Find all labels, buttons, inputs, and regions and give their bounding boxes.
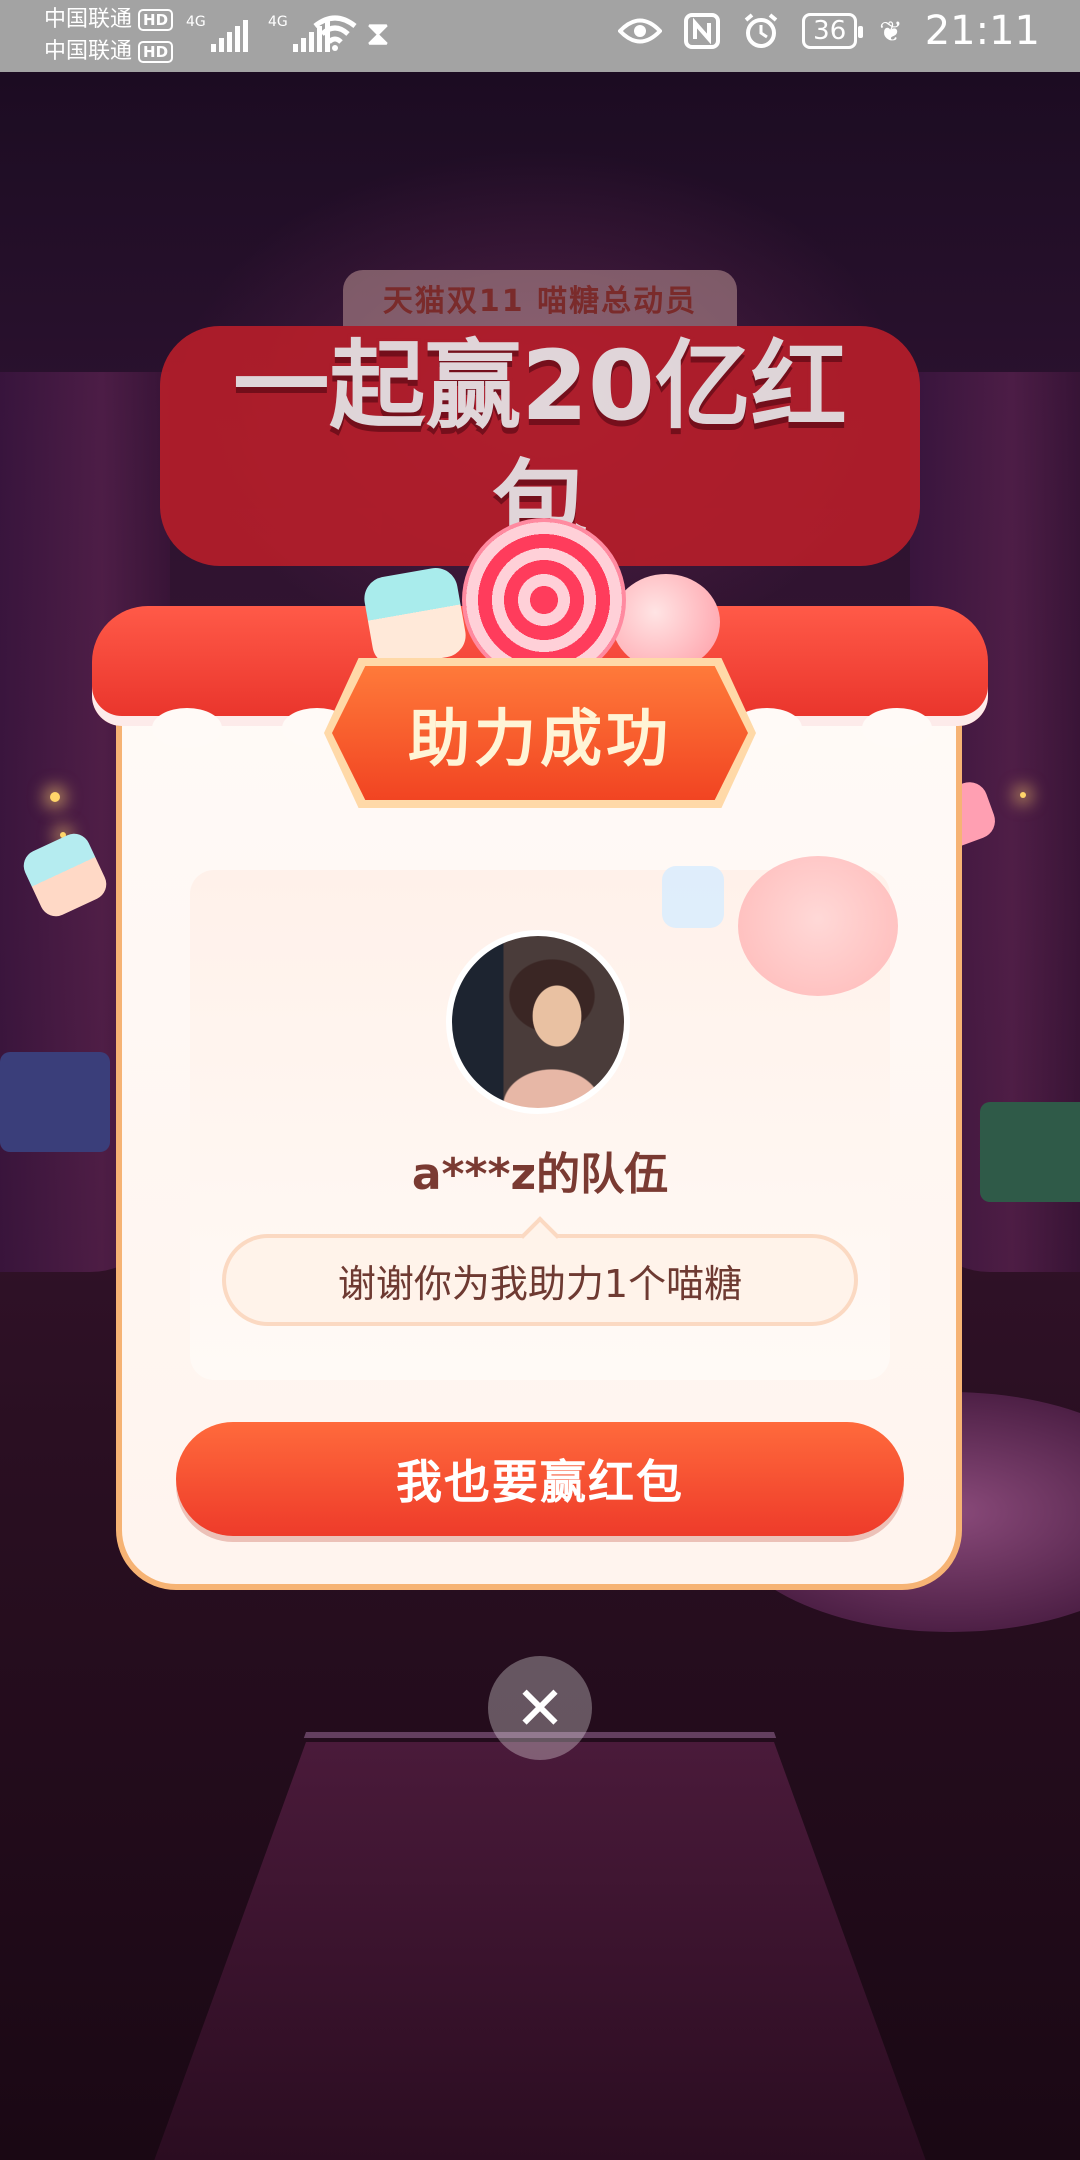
hd-badge-2: HD	[138, 41, 174, 63]
jelly-candy	[612, 574, 720, 670]
gift-box	[0, 1052, 110, 1152]
sparkle	[1020, 792, 1026, 798]
close-icon[interactable]: ✕	[488, 1656, 592, 1760]
win-red-packet-button[interactable]: 我也要赢红包	[176, 1422, 904, 1536]
wifi-icon	[313, 15, 357, 51]
cube-decoration	[662, 866, 724, 928]
jelly-decoration	[738, 856, 898, 996]
battery-icon: 36	[802, 13, 864, 49]
carrier-info: 中国联通 HD 中国联通 HD	[44, 4, 174, 68]
status-bar: 中国联通 HD 中国联通 HD 4G 4G ⧗ 36 ❦ 21:11	[0, 0, 1080, 72]
eye-icon	[618, 18, 663, 44]
thanks-message: 谢谢你为我助力1个喵糖	[222, 1234, 858, 1326]
nfc-icon	[684, 13, 721, 49]
alarm-icon	[744, 13, 778, 48]
carrier-2: 中国联通	[44, 39, 133, 64]
banner-subtitle: 天猫双11 喵糖总动员	[342, 270, 738, 326]
badge-text: 助力成功	[407, 702, 672, 775]
runway-light	[150, 1732, 930, 2160]
leaf-icon: ❦	[879, 14, 903, 48]
team-name: a***z的队伍	[411, 1149, 669, 1200]
lollipop-candy	[462, 518, 626, 682]
marshmallow-candy	[360, 564, 470, 670]
status-right: 36 ❦ 21:11	[618, 8, 1040, 54]
hourglass-icon: ⧗	[366, 14, 390, 54]
avatar	[446, 930, 630, 1114]
signal-icon: 4G	[186, 14, 248, 52]
sparkle	[50, 792, 60, 802]
thanks-message-text: 谢谢你为我助力1个喵糖	[337, 1261, 743, 1306]
carrier-1: 中国联通	[44, 7, 133, 32]
hd-badge-1: HD	[138, 9, 174, 31]
clock: 21:11	[924, 8, 1040, 54]
success-badge: 助力成功	[332, 666, 748, 800]
